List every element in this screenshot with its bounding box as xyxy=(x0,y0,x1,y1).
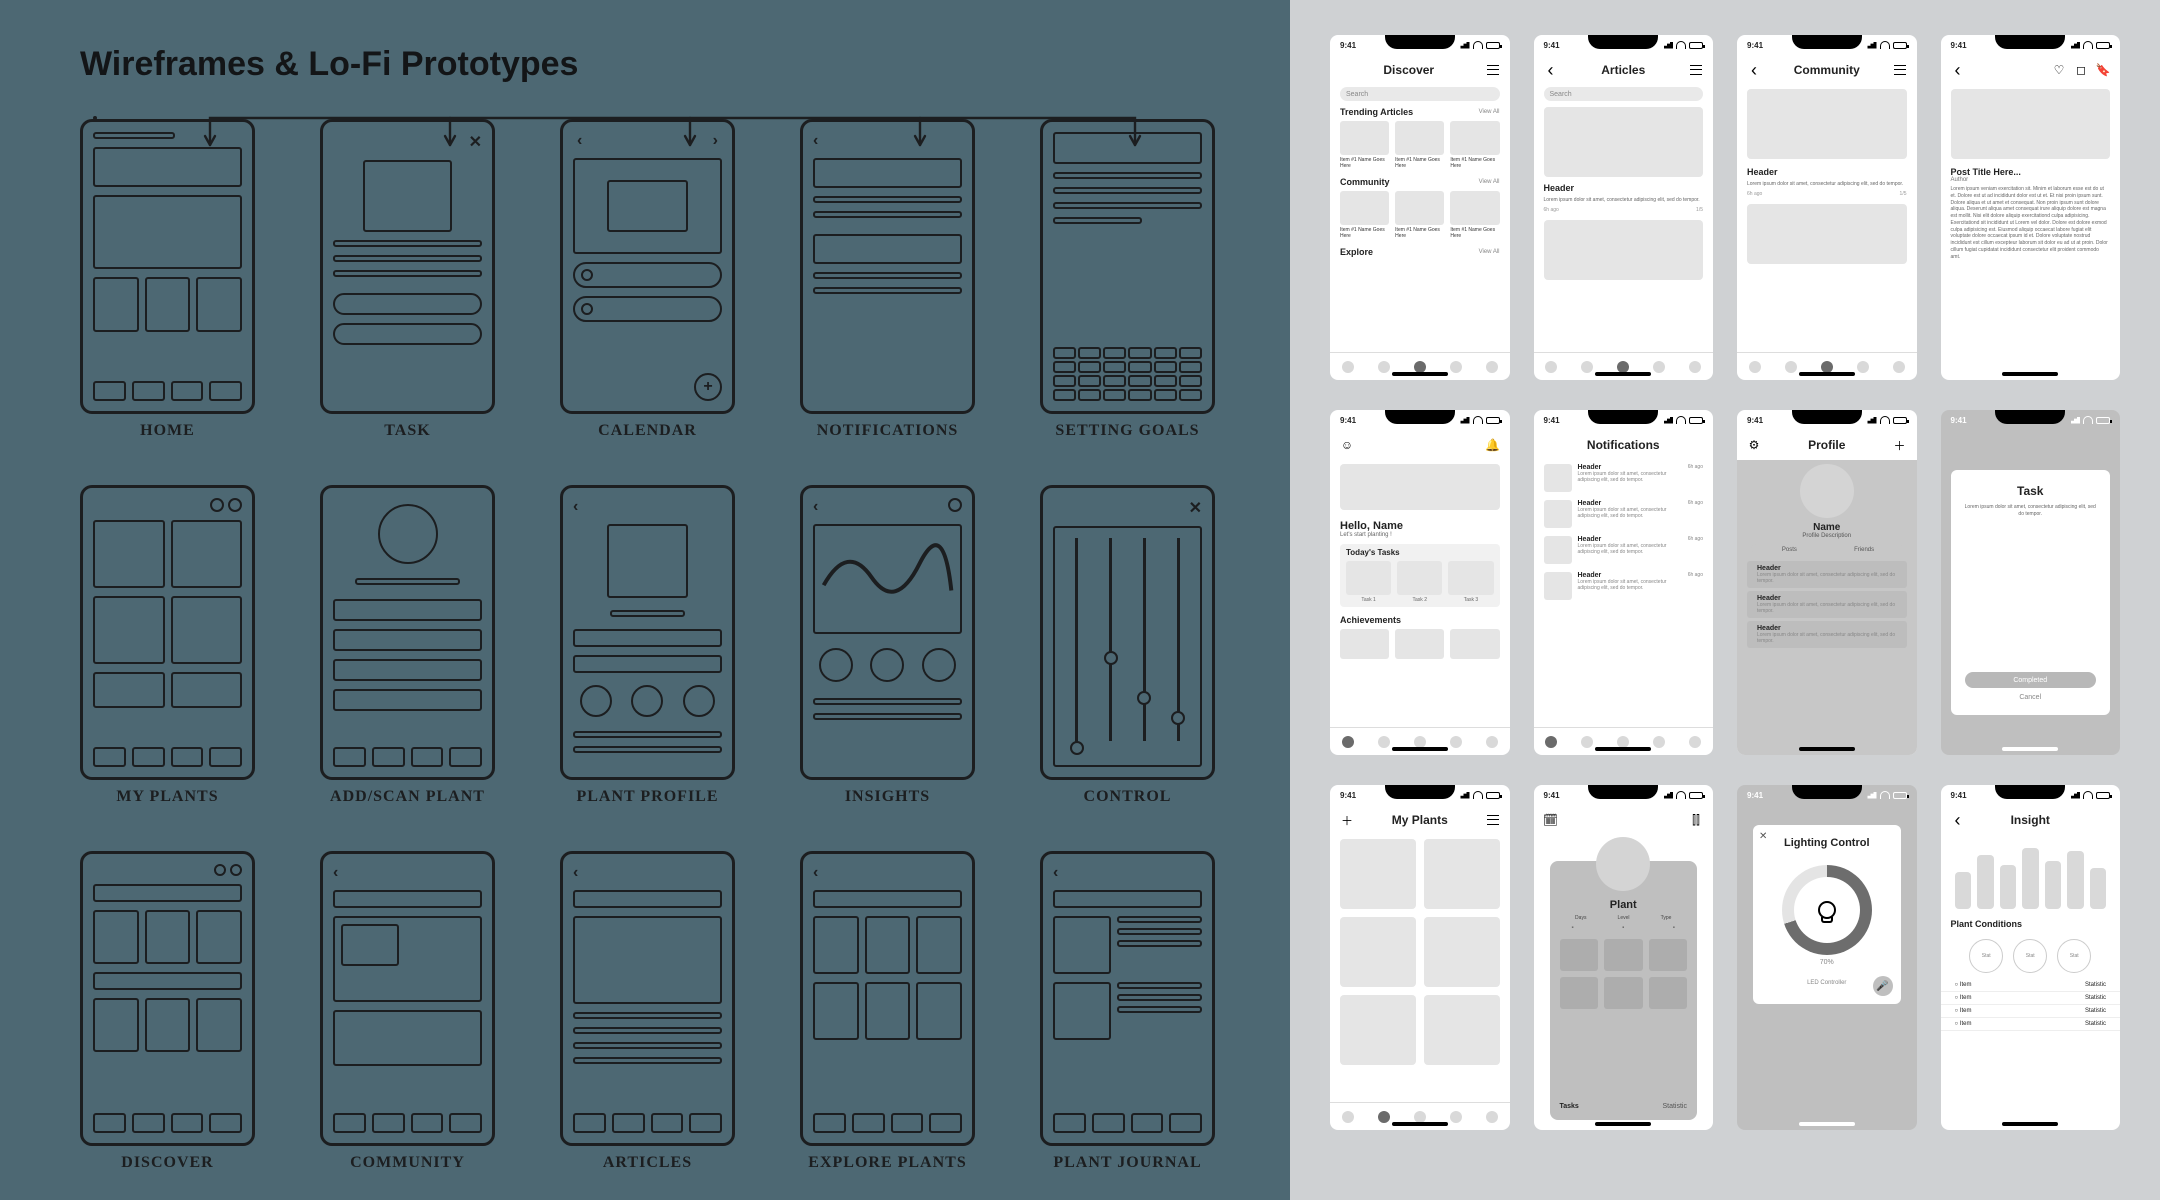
sketch-label-goals: SETTING GOALS xyxy=(1055,422,1199,440)
search-input[interactable]: Search xyxy=(1340,87,1500,101)
hifi-mockups-panel: 9:41 Discover Search Trending Articles Vi… xyxy=(1290,0,2160,1200)
sketch-wireframe-panel: Wireframes & Lo-Fi Prototypes HOME ✕ xyxy=(80,45,1260,1172)
lighting-pct: 70% xyxy=(1820,959,1834,966)
section-explore: Explore xyxy=(1340,247,1373,257)
sketch-label-notifications: NOTIFICATIONS xyxy=(817,422,959,440)
insight-bars xyxy=(1941,835,2121,915)
search-input[interactable]: Search xyxy=(1544,87,1704,101)
status-time: 9:41 xyxy=(1340,41,1356,50)
section-tasks: Today's Tasks xyxy=(1346,548,1494,557)
sketch-label-plantprofile: PLANT PROFILE xyxy=(576,788,718,806)
notification-item[interactable]: HeaderLorem ipsum dolor sit amet, consec… xyxy=(1534,460,1714,496)
view-all-link[interactable]: View All xyxy=(1479,109,1500,115)
screen-notifications: 9:41 Notifications HeaderLorem ipsum dol… xyxy=(1534,410,1714,755)
sketch-label-explore: EXPLORE PLANTS xyxy=(808,1154,966,1172)
sketch-calendar: ‹› + xyxy=(560,119,735,414)
sketch-label-task: TASK xyxy=(384,422,430,440)
add-icon[interactable]: ＋ xyxy=(1340,813,1354,827)
sketch-explore: ‹ xyxy=(800,851,975,1146)
sketch-myplants xyxy=(80,485,255,780)
sketch-plantprofile: ‹ xyxy=(560,485,735,780)
comment-icon[interactable]: ◻ xyxy=(2074,63,2088,77)
sketch-addscan xyxy=(320,485,495,780)
mic-button[interactable]: 🎤 xyxy=(1873,976,1893,996)
screen-task: 9:41 Task Lorem ipsum dolor sit amet, co… xyxy=(1941,410,2121,755)
section-trending: Trending Articles xyxy=(1340,107,1413,117)
sketch-grid: HOME ✕ TASK ‹› + CALENDAR ‹ NOTIFICATION… xyxy=(80,119,1260,1172)
profile-name: Name xyxy=(1737,522,1917,533)
plant-name: Plant xyxy=(1560,899,1688,911)
sketch-label-articles: ARTICLES xyxy=(603,1154,692,1172)
screen-community: 9:41 Community Header Lorem ipsum dolor … xyxy=(1737,35,1917,380)
back-button[interactable] xyxy=(1951,63,1965,77)
task-modal: Task Lorem ipsum dolor sit amet, consect… xyxy=(1951,470,2111,715)
sketch-label-home: HOME xyxy=(140,422,195,440)
add-icon[interactable]: ＋ xyxy=(1893,438,1907,452)
back-button[interactable] xyxy=(1544,63,1558,77)
page-title: Wireframes & Lo-Fi Prototypes xyxy=(80,45,1260,84)
screen-home: 9:41 ☺🔔 Hello, Name Let's start planting… xyxy=(1330,410,1510,755)
sketch-label-journal: PLANT JOURNAL xyxy=(1053,1154,1201,1172)
lighting-title: Lighting Control xyxy=(1761,837,1893,849)
heart-icon[interactable]: ♡ xyxy=(2052,63,2066,77)
sketch-articles: ‹ xyxy=(560,851,735,1146)
screen-articles: 9:41 Articles Search Header Lorem ipsum … xyxy=(1534,35,1714,380)
filter-icon[interactable] xyxy=(1486,813,1500,827)
avatar xyxy=(1800,464,1854,518)
screen-insight: 9:41 Insight Plant Conditions StatStatSt… xyxy=(1941,785,2121,1130)
sketch-notifications: ‹ xyxy=(800,119,975,414)
user-icon[interactable]: ☺ xyxy=(1340,438,1354,452)
bulb-icon xyxy=(1818,901,1836,919)
post-author: Author xyxy=(1941,177,2121,186)
screen-plant: 9:41 🗓⫿⫿ Plant DaysLevelType - - - Tasks… xyxy=(1534,785,1714,1130)
section-achievements: Achievements xyxy=(1340,615,1401,625)
bell-icon[interactable]: 🔔 xyxy=(1486,438,1500,452)
sketch-home xyxy=(80,119,255,414)
screen-profile: 9:41 ⚙Profile＋ Name Profile Description … xyxy=(1737,410,1917,755)
task-title: Task xyxy=(1965,484,2097,498)
lighting-gauge[interactable] xyxy=(1782,865,1872,955)
chart-icon[interactable]: ⫿⫿ xyxy=(1689,813,1703,827)
screen-myplants: 9:41 ＋My Plants xyxy=(1330,785,1510,1130)
back-button[interactable] xyxy=(1747,63,1761,77)
screen-post: 9:41 ♡ ◻ 🔖 Post Title Here... Author Lor… xyxy=(1941,35,2121,380)
sketch-label-addscan: ADD/SCAN PLANT xyxy=(330,788,485,806)
sketch-label-insights: INSIGHTS xyxy=(845,788,930,806)
post-body: Lorem ipsum veniam exercitation sit. Min… xyxy=(1941,186,2121,260)
sketch-label-myplants: MY PLANTS xyxy=(116,788,218,806)
filter-icon[interactable] xyxy=(1486,63,1500,77)
sketch-label-community: COMMUNITY xyxy=(350,1154,465,1172)
back-button[interactable] xyxy=(1951,813,1965,827)
nav-title: Articles xyxy=(1566,63,1682,77)
sketch-label-discover: DISCOVER xyxy=(121,1154,213,1172)
section-conditions: Plant Conditions xyxy=(1951,919,2023,929)
sketch-task: ✕ xyxy=(320,119,495,414)
nav-title: Discover xyxy=(1340,63,1478,77)
screen-lighting: 9:41 ✕ Lighting Control 70% LED Controll… xyxy=(1737,785,1917,1130)
sketch-goals xyxy=(1040,119,1215,414)
sketch-discover xyxy=(80,851,255,1146)
completed-button[interactable]: Completed xyxy=(1965,672,2097,688)
sketch-insights: ‹ xyxy=(800,485,975,780)
sketch-label-calendar: CALENDAR xyxy=(598,422,697,440)
sketch-community: ‹ xyxy=(320,851,495,1146)
cancel-button[interactable]: Cancel xyxy=(1965,694,2097,701)
bookmark-icon[interactable]: 🔖 xyxy=(2096,63,2110,77)
filter-icon[interactable] xyxy=(1689,63,1703,77)
close-button[interactable]: ✕ xyxy=(1759,831,1767,842)
post-title: Post Title Here... xyxy=(1941,163,2121,177)
screen-discover: 9:41 Discover Search Trending Articles Vi… xyxy=(1330,35,1510,380)
plant-tasks-label: Tasks xyxy=(1560,1103,1579,1110)
sketch-journal: ‹ xyxy=(1040,851,1215,1146)
sketch-label-control: CONTROL xyxy=(1084,788,1172,806)
filter-icon[interactable] xyxy=(1893,63,1907,77)
greeting: Hello, Name xyxy=(1330,514,1510,532)
profile-tabs[interactable]: PostsFriends xyxy=(1751,543,1903,557)
gear-icon[interactable]: ⚙ xyxy=(1747,438,1761,452)
section-community: Community xyxy=(1340,177,1390,187)
calendar-icon[interactable]: 🗓 xyxy=(1544,813,1558,827)
sketch-control: ✕ xyxy=(1040,485,1215,780)
